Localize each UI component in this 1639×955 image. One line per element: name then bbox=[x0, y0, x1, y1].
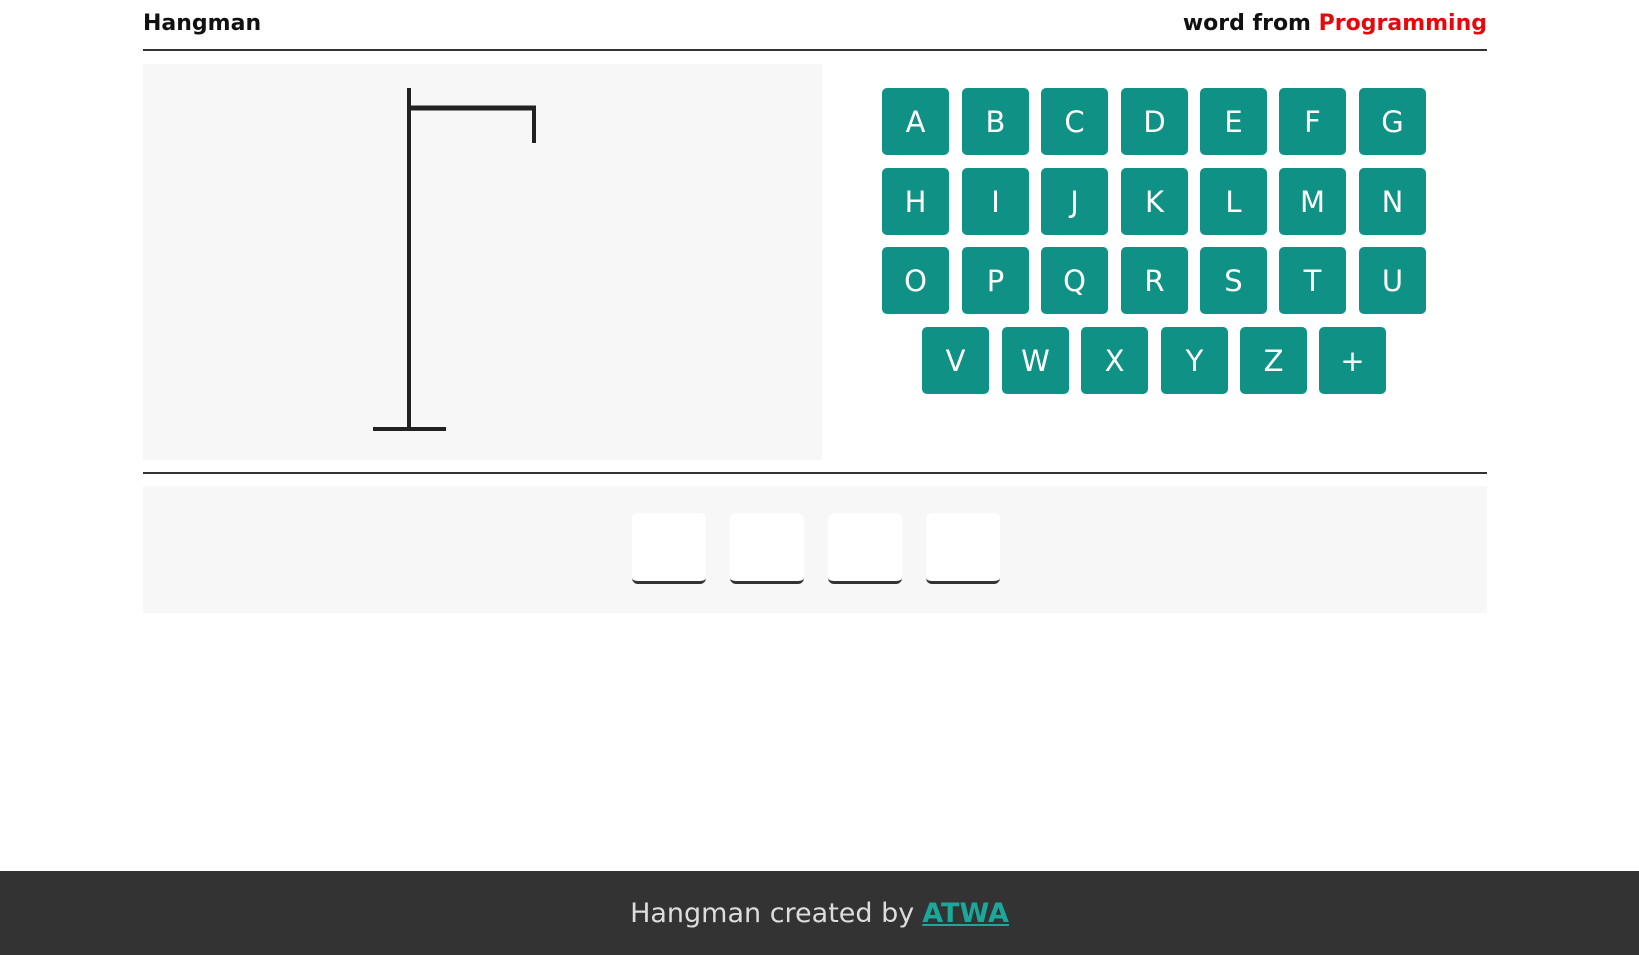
key-h[interactable]: H bbox=[882, 168, 949, 235]
footer-text: Hangman created by bbox=[630, 897, 915, 929]
key-q[interactable]: Q bbox=[1041, 247, 1108, 314]
category-name: Programming bbox=[1318, 11, 1487, 36]
hint-plus-button[interactable]: + bbox=[1319, 327, 1386, 394]
app-title: Hangman bbox=[143, 11, 262, 36]
letter-slot bbox=[926, 513, 1000, 584]
key-t[interactable]: T bbox=[1279, 247, 1346, 314]
hangman-drawing-area bbox=[143, 64, 822, 460]
author-link[interactable]: ATWA bbox=[922, 898, 1009, 929]
letter-slot bbox=[828, 513, 902, 584]
gallows-drawing bbox=[373, 88, 536, 431]
key-z[interactable]: Z bbox=[1240, 327, 1307, 394]
word-display bbox=[143, 486, 1487, 613]
footer: Hangman created by ATWA bbox=[0, 871, 1639, 955]
header: Hangman word from Programming bbox=[143, 0, 1487, 51]
key-x[interactable]: X bbox=[1081, 327, 1148, 394]
key-p[interactable]: P bbox=[962, 247, 1029, 314]
key-v[interactable]: V bbox=[922, 327, 989, 394]
key-w[interactable]: W bbox=[1002, 327, 1069, 394]
key-l[interactable]: L bbox=[1200, 168, 1267, 235]
letter-slot bbox=[730, 513, 804, 584]
category-label: word from Programming bbox=[1183, 11, 1487, 36]
key-f[interactable]: F bbox=[1279, 88, 1346, 155]
letter-slot bbox=[632, 513, 706, 584]
key-g[interactable]: G bbox=[1359, 88, 1426, 155]
key-e[interactable]: E bbox=[1200, 88, 1267, 155]
key-s[interactable]: S bbox=[1200, 247, 1267, 314]
key-u[interactable]: U bbox=[1359, 247, 1426, 314]
category-prefix: word from bbox=[1182, 11, 1311, 36]
key-i[interactable]: I bbox=[962, 168, 1029, 235]
key-c[interactable]: C bbox=[1041, 88, 1108, 155]
key-d[interactable]: D bbox=[1121, 88, 1188, 155]
key-j[interactable]: J bbox=[1041, 168, 1108, 235]
section-divider bbox=[143, 472, 1487, 474]
key-y[interactable]: Y bbox=[1161, 327, 1228, 394]
key-o[interactable]: O bbox=[882, 247, 949, 314]
key-a[interactable]: A bbox=[882, 88, 949, 155]
key-n[interactable]: N bbox=[1359, 168, 1426, 235]
key-b[interactable]: B bbox=[962, 88, 1029, 155]
key-r[interactable]: R bbox=[1121, 247, 1188, 314]
key-k[interactable]: K bbox=[1121, 168, 1188, 235]
key-m[interactable]: M bbox=[1279, 168, 1346, 235]
